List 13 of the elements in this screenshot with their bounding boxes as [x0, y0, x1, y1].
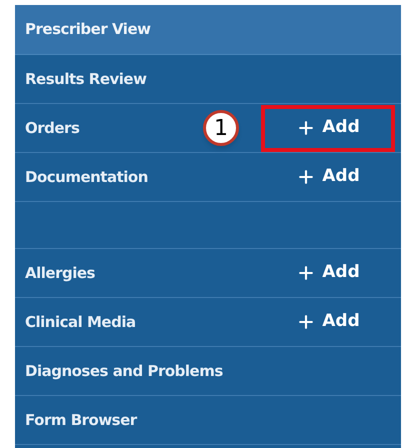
section-link[interactable]: Results Review: [25, 68, 146, 90]
add-button[interactable]: Add: [261, 298, 395, 346]
section-link[interactable]: Clinical Media: [25, 310, 136, 334]
section-link[interactable]: Documentation: [25, 166, 148, 188]
add-button[interactable]: Add: [261, 154, 395, 200]
section-link[interactable]: Orders: [25, 116, 80, 140]
section-link[interactable]: Allergies: [25, 262, 95, 284]
callout-number: 1: [203, 110, 239, 146]
panel-title: Prescriber View: [25, 19, 150, 40]
add-button[interactable]: Add: [261, 250, 395, 296]
section-link[interactable]: Form Browser: [25, 408, 137, 432]
section-link[interactable]: Diagnoses and Problems: [25, 360, 223, 382]
add-button[interactable]: Add: [261, 104, 395, 152]
